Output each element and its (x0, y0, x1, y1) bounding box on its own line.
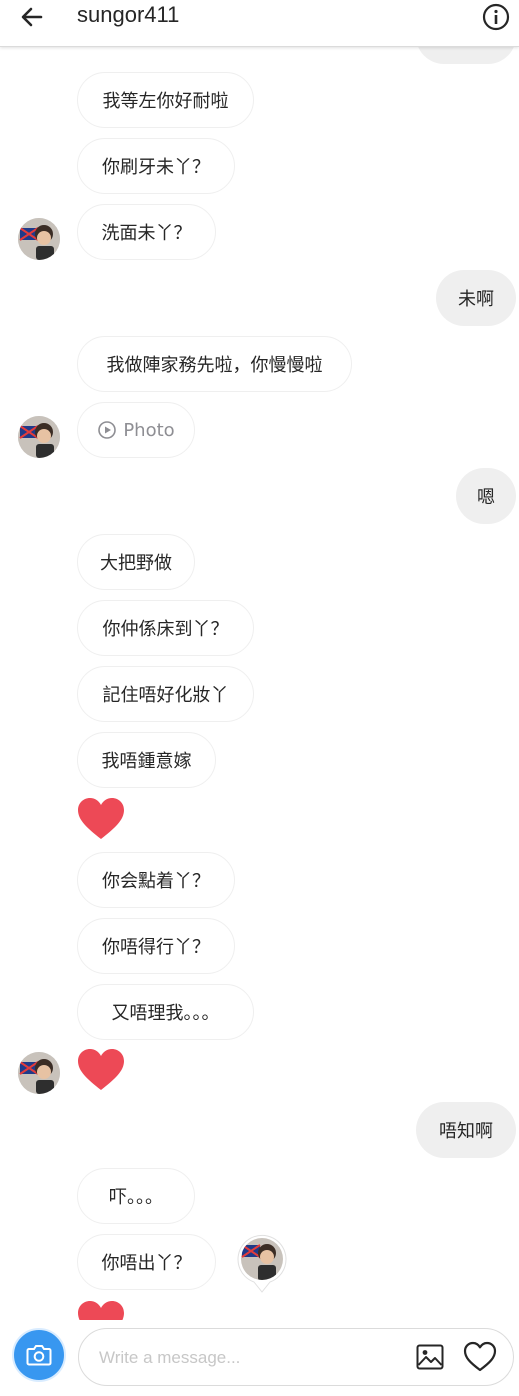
heart-icon[interactable] (77, 1300, 125, 1320)
message-bubble[interactable]: 吓。。。 (77, 1168, 195, 1224)
camera-button[interactable] (12, 1328, 66, 1382)
back-button[interactable] (12, 0, 52, 34)
message-bubble[interactable]: 大把野做 (77, 534, 195, 590)
heart-outline-icon (463, 1341, 497, 1372)
play-circle-icon (98, 421, 117, 439)
message-composer (0, 1320, 519, 1396)
arrow-left-icon (21, 7, 43, 27)
chat-header: sungor411 (0, 0, 519, 47)
message-bubble-outgoing[interactable]: 唔知啊 (416, 1102, 516, 1158)
message-bubble[interactable]: 記住唔好化妝丫 (77, 666, 254, 722)
message-bubble[interactable]: 你唔得行丫？ (77, 918, 235, 974)
avatar[interactable] (18, 416, 60, 458)
message-thread[interactable]: 我等左你好耐啦 你刷牙未丫？ 洗面未丫？ 未啊 我做陣家務先啦，你慢慢啦 Pho… (0, 0, 519, 1320)
page-title[interactable]: sungor411 (77, 2, 179, 28)
seen-avatar-bubble (237, 1234, 287, 1293)
message-bubble[interactable]: 你仲係床到丫？ (77, 600, 254, 656)
message-bubble-outgoing[interactable]: 未啊 (436, 270, 516, 326)
like-button[interactable] (463, 1341, 497, 1373)
info-icon (482, 3, 510, 31)
image-icon (416, 1344, 444, 1370)
gallery-button[interactable] (415, 1342, 445, 1372)
avatar[interactable] (18, 218, 60, 260)
message-bubble[interactable]: 你会點着丫？ (77, 852, 235, 908)
heart-icon[interactable] (77, 1048, 125, 1092)
camera-icon (26, 1345, 52, 1366)
heart-icon[interactable] (77, 797, 125, 841)
message-bubble[interactable]: 又唔理我。。。 (77, 984, 254, 1040)
message-input[interactable] (97, 1329, 401, 1386)
message-bubble[interactable]: 你唔出丫？ (77, 1234, 216, 1290)
message-bubble[interactable]: 你刷牙未丫？ (77, 138, 235, 194)
message-bubble[interactable]: 我唔鍾意嫁 (77, 732, 216, 788)
avatar[interactable] (18, 1052, 60, 1094)
photo-message-bubble[interactable]: Photo (77, 402, 195, 458)
photo-label: Photo (123, 419, 175, 441)
message-input-wrapper (78, 1328, 514, 1386)
message-bubble[interactable]: 我等左你好耐啦 (77, 72, 254, 128)
message-bubble[interactable]: 洗面未丫？ (77, 204, 216, 260)
message-bubble-outgoing[interactable]: 嗯 (456, 468, 516, 524)
message-bubble[interactable]: 我做陣家務先啦，你慢慢啦 (77, 336, 352, 392)
info-button[interactable] (481, 2, 511, 32)
